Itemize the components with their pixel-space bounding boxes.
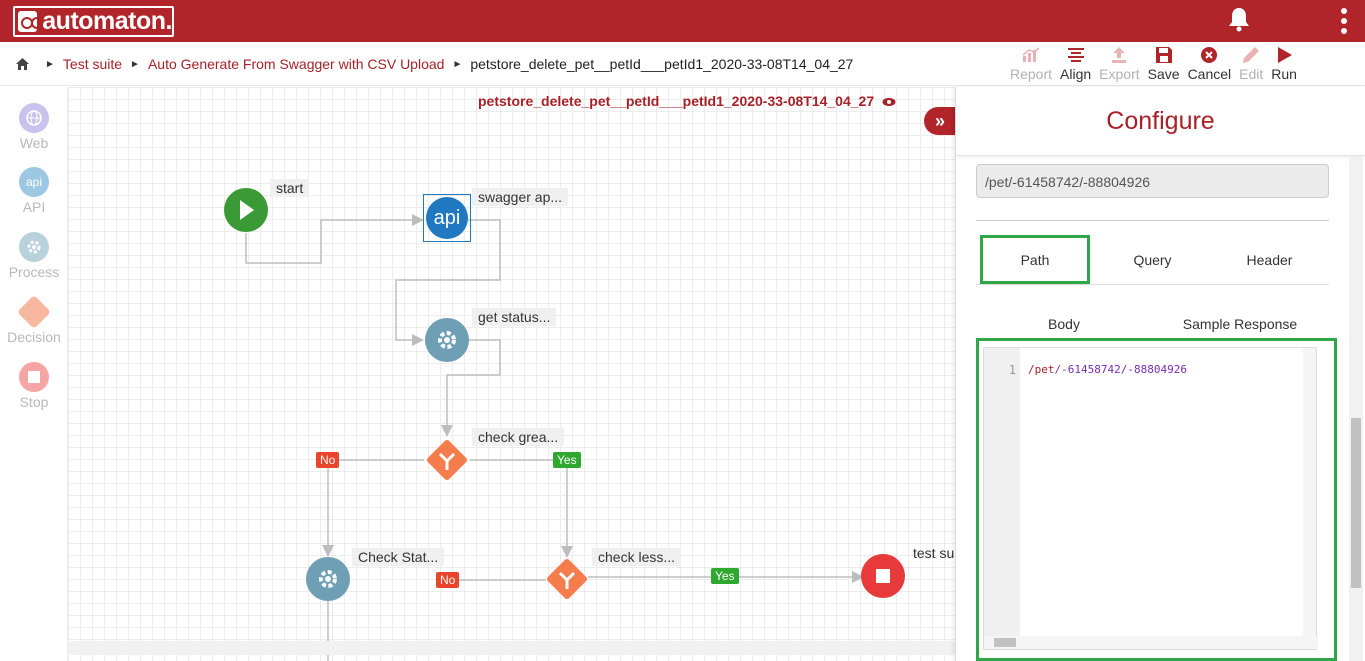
breadcrumb-separator-icon: ►: [130, 58, 140, 70]
configure-title: Configure: [956, 87, 1365, 156]
scroll-thumb[interactable]: [994, 638, 1016, 647]
pencil-icon: [1240, 44, 1262, 66]
save-button[interactable]: Save: [1148, 44, 1180, 82]
node-palette: Web api API Process Decision Stop: [0, 87, 68, 661]
chart-icon: [1020, 44, 1042, 66]
tab-header[interactable]: Header: [1211, 235, 1328, 284]
align-button[interactable]: Align: [1060, 44, 1091, 82]
canvas-horizontal-scrollbar[interactable]: [68, 641, 955, 655]
editor-vertical-scrollbar[interactable]: [1303, 348, 1316, 638]
check-less-node-label: check less...: [592, 548, 682, 566]
floppy-disk-icon: [1153, 44, 1175, 66]
swagger-api-node[interactable]: api: [423, 194, 471, 242]
check-greater-decision-node[interactable]: [424, 437, 470, 483]
palette-stop[interactable]: Stop: [0, 362, 68, 410]
decision-icon: [17, 295, 51, 329]
edit-label: Edit: [1239, 66, 1264, 82]
api-node-icon: api: [426, 197, 468, 239]
align-icon: [1065, 44, 1087, 66]
report-label: Report: [1010, 66, 1053, 82]
editor-highlight: 1 /pet/-61458742/-88804926: [976, 338, 1337, 661]
breadcrumb-current: petstore_delete_pet__petId___petId1_2020…: [470, 56, 854, 72]
start-node[interactable]: [223, 187, 269, 233]
flow-canvas[interactable]: petstore_delete_pet__petId___petId1_2020…: [68, 87, 955, 661]
palette-process[interactable]: Process: [0, 232, 68, 280]
line-number: 1: [984, 348, 1020, 649]
palette-decision[interactable]: Decision: [0, 295, 68, 345]
align-label: Align: [1060, 66, 1092, 82]
tab-body[interactable]: Body: [976, 316, 1152, 332]
play-icon: [1273, 44, 1295, 66]
report-button[interactable]: Report: [1010, 44, 1052, 82]
code-editor[interactable]: 1 /pet/-61458742/-88804926: [983, 347, 1318, 650]
swagger-node-label: swagger ap...: [472, 188, 569, 206]
body-response-tabs: Body Sample Response: [976, 316, 1329, 332]
upload-icon: [1108, 44, 1130, 66]
cancel-button[interactable]: Cancel: [1187, 44, 1232, 82]
palette-api-label: API: [22, 199, 46, 215]
get-status-node[interactable]: [424, 317, 470, 363]
more-menu-icon[interactable]: [1340, 8, 1348, 34]
home-icon[interactable]: [16, 58, 29, 70]
globe-icon: [19, 103, 49, 133]
breadcrumb-separator-icon: ►: [45, 58, 55, 70]
breadcrumb-test-suite[interactable]: Test suite: [63, 56, 122, 72]
api-icon: api: [19, 167, 49, 197]
editor-horizontal-scrollbar[interactable]: [984, 636, 1318, 649]
export-button[interactable]: Export: [1099, 44, 1140, 82]
edit-button[interactable]: Edit: [1239, 44, 1263, 82]
palette-web-label: Web: [19, 135, 49, 151]
export-label: Export: [1099, 66, 1140, 82]
notification-bell-icon[interactable]: [1227, 6, 1251, 32]
start-node-label: start: [270, 179, 310, 197]
tab-path[interactable]: Path: [980, 235, 1090, 284]
test-success-node-label: test su: [913, 545, 955, 561]
cancel-icon: [1198, 44, 1220, 66]
automaton-logo[interactable]: automaton.: [13, 6, 174, 37]
palette-api[interactable]: api API: [0, 167, 68, 215]
tab-sample-response[interactable]: Sample Response: [1152, 316, 1328, 332]
palette-decision-label: Decision: [7, 329, 61, 345]
brand-name: automaton.: [42, 7, 172, 35]
breadcrumb-separator-icon: ►: [452, 58, 463, 70]
gear-icon: [19, 232, 49, 262]
panel-scrollbar[interactable]: [1349, 156, 1363, 661]
check-status-node[interactable]: [305, 556, 351, 602]
no-badge: No: [436, 572, 460, 588]
yes-badge: Yes: [553, 452, 581, 468]
stop-icon: [19, 362, 49, 392]
top-bar: automaton.: [0, 0, 1365, 42]
flow-connectors: [245, 214, 864, 661]
run-label: Run: [1271, 66, 1297, 82]
check-greater-node-label: check grea...: [472, 428, 565, 446]
code-line: /pet/-61458742/-88804926: [1028, 363, 1187, 376]
breadcrumb: ► Test suite ► Auto Generate From Swagge…: [16, 56, 853, 72]
double-chevron-right-icon: »: [934, 110, 945, 131]
divider: [976, 220, 1329, 221]
test-success-stop-node[interactable]: [860, 553, 906, 599]
tab-query[interactable]: Query: [1094, 235, 1211, 284]
endpoint-field[interactable]: /pet/-61458742/-88804926: [976, 164, 1329, 198]
cancel-label: Cancel: [1187, 66, 1232, 82]
check-status-node-label: Check Stat...: [352, 548, 445, 566]
logo-icon: [18, 11, 44, 32]
scroll-thumb[interactable]: [1351, 418, 1361, 588]
check-less-decision-node[interactable]: [544, 556, 590, 602]
save-label: Save: [1147, 66, 1180, 82]
breadcrumb-auto-generate[interactable]: Auto Generate From Swagger with CSV Uplo…: [148, 56, 444, 72]
no-badge: No: [316, 452, 340, 468]
get-status-node-label: get status...: [472, 308, 557, 326]
request-tabs: Path Query Header: [976, 235, 1329, 285]
configure-panel: Configure /pet/-61458742/-88804926 Path …: [955, 87, 1365, 661]
palette-stop-label: Stop: [19, 394, 49, 410]
breadcrumb-bar: ► Test suite ► Auto Generate From Swagge…: [0, 42, 1365, 86]
run-button[interactable]: Run: [1271, 44, 1297, 82]
toolbar: Report Align Export Save Cancel Edit Run: [1010, 44, 1305, 82]
collapse-panel-button[interactable]: »: [924, 107, 956, 135]
palette-process-label: Process: [8, 264, 60, 280]
yes-badge: Yes: [711, 568, 739, 584]
palette-web[interactable]: Web: [0, 103, 68, 151]
